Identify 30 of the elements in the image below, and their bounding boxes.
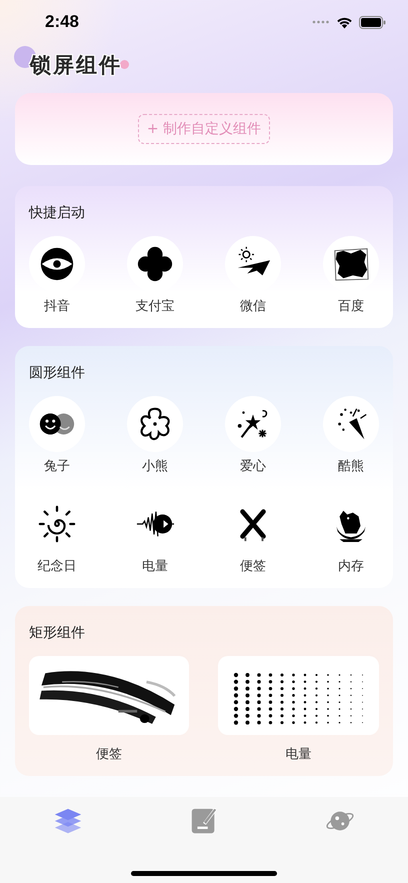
widget-label: 便签 [96,747,122,762]
widget-label: 爱心 [240,459,266,474]
battery-icon [359,16,386,28]
widget-label: 小熊 [142,459,168,474]
section-title: 矩形组件 [29,624,85,642]
widget-label: 兔子 [44,459,70,474]
widget-label: 纪念日 [38,559,76,574]
layers-icon [53,806,83,836]
wifi-icon [336,16,353,28]
bubble-decoration [120,60,129,69]
clover-icon [136,245,174,283]
widget-label: 支付宝 [136,299,174,314]
spiral-sun-icon [38,505,76,543]
widget-label: 内存 [338,559,364,574]
create-widget-button[interactable]: + 制作自定义组件 [138,114,270,144]
widget-label: 酷熊 [338,459,364,474]
edit-note-icon [189,806,219,836]
widget-label: 百度 [338,299,364,314]
widget-label: 电量 [142,559,168,574]
widget-label: 抖音 [44,299,70,314]
widget-label: 便签 [240,559,266,574]
section-title: 圆形组件 [29,364,85,382]
status-time: 2:48 [44,12,80,32]
section-title: 快捷启动 [29,204,85,222]
widget-label: 微信 [240,299,266,314]
eye-icon [38,245,76,283]
signal-icon [312,20,330,24]
widget-card[interactable] [218,656,379,735]
widget-label: 电量 [286,747,312,762]
page-title: 锁屏组件 [30,52,122,79]
